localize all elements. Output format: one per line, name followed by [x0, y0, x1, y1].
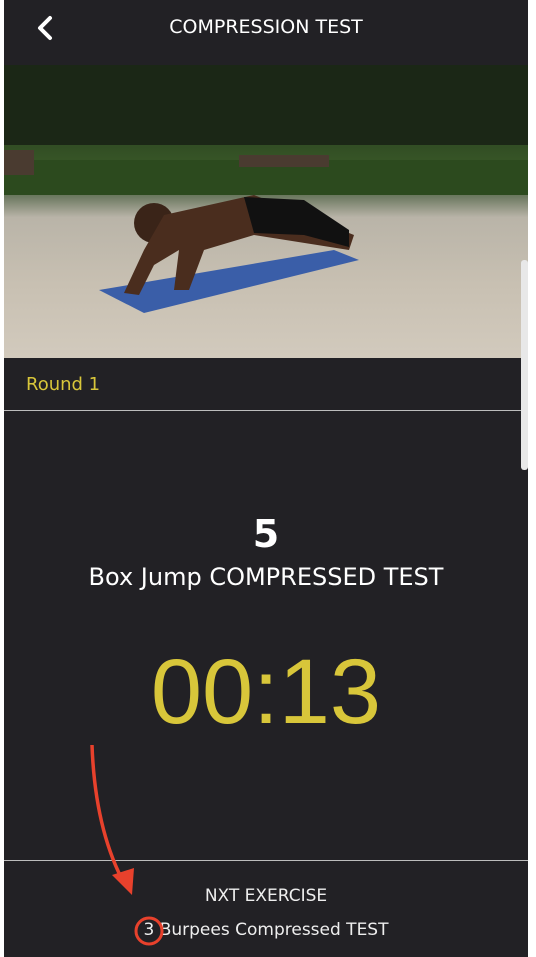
round-header: Round 1 — [4, 358, 528, 411]
header: COMPRESSION TEST — [4, 0, 528, 65]
exercise-name: Box Jump COMPRESSED TEST — [88, 563, 444, 591]
scrollbar[interactable] — [521, 260, 528, 470]
next-exercise-label: NXT EXERCISE — [204, 886, 328, 906]
video-frame — [4, 65, 528, 313]
page-title: COMPRESSION TEST — [169, 16, 363, 38]
divider — [4, 860, 528, 861]
rep-count: 5 — [252, 512, 280, 556]
round-label: Round 1 — [26, 374, 101, 395]
countdown-timer: 00:13 — [150, 641, 382, 743]
exercise-video[interactable] — [4, 65, 528, 358]
workout-screen: COMPRESSION TEST Round 1 5 Box Jump COMP… — [4, 0, 528, 957]
next-exercise-name: 3 Burpees Compressed TEST — [143, 920, 389, 940]
